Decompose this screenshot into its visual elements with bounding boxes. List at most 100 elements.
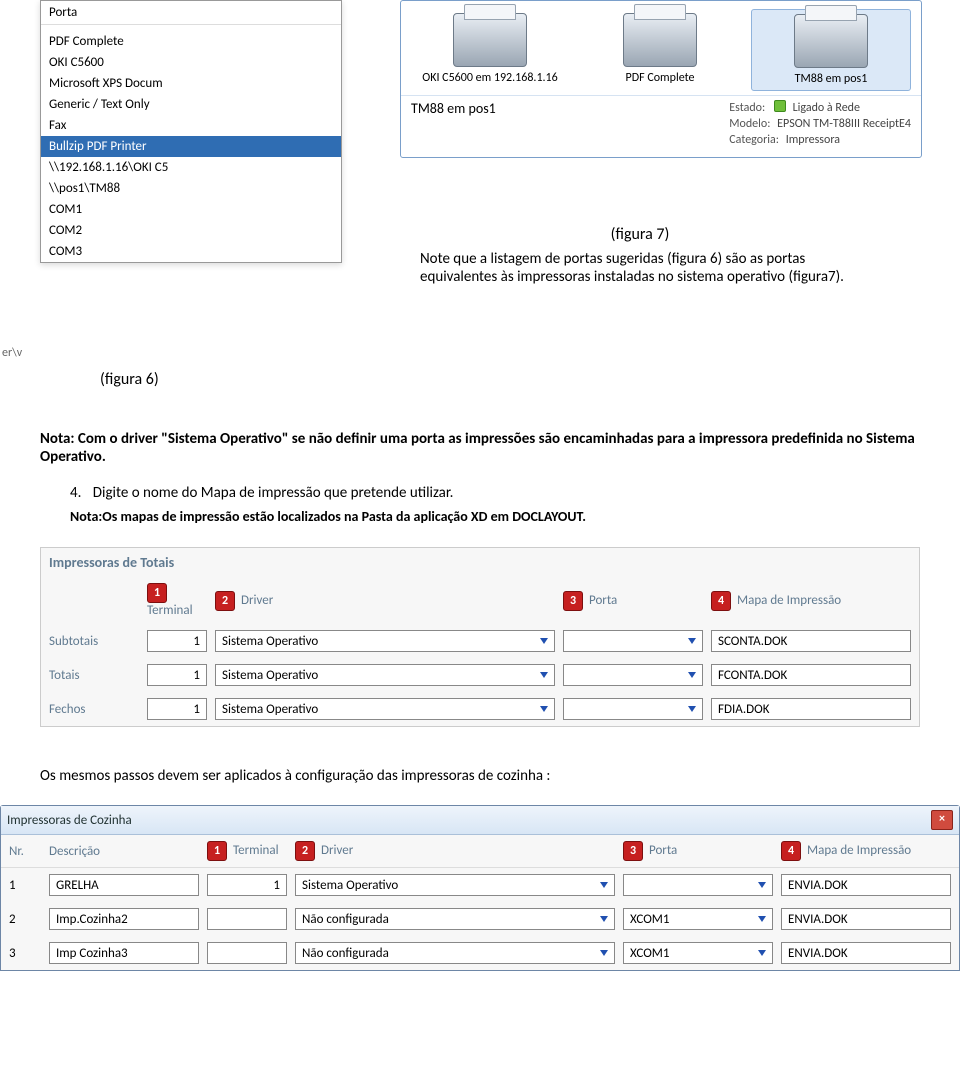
chevron-down-icon — [688, 638, 696, 644]
th-nr: Nr. — [9, 844, 41, 859]
mapa-input[interactable]: ENVIA.DOK — [781, 874, 951, 896]
driver-select[interactable]: Sistema Operativo — [295, 874, 615, 896]
terminal-input[interactable]: 1 — [147, 698, 207, 720]
badge-2: 2 — [295, 841, 315, 861]
th-mapa: Mapa de Impressão — [807, 843, 911, 858]
nota-driver: Nota: Com o driver "Sistema Operativo" s… — [40, 430, 920, 466]
badge-3: 3 — [623, 841, 643, 861]
terminal-input[interactable] — [207, 908, 287, 930]
row-label: Totais — [49, 668, 139, 683]
badge-1: 1 — [147, 583, 167, 603]
selected-printer-name: TM88 em pos1 — [411, 100, 729, 149]
ports-item[interactable]: \\pos1\TM88 — [41, 178, 341, 199]
terminal-input[interactable]: 1 — [147, 630, 207, 652]
chevron-down-icon — [540, 672, 548, 678]
ports-item[interactable]: Microsoft XPS Docum — [41, 73, 341, 94]
step4-subnote: Nota:Os mapas de impressão estão localiz… — [70, 508, 920, 525]
th-mapa: Mapa de Impressão — [737, 593, 841, 608]
ports-item[interactable]: COM2 — [41, 220, 341, 241]
ports-item[interactable]: PDF Complete — [41, 31, 341, 52]
printer-tile-selected[interactable]: TM88 em pos1 — [751, 9, 911, 91]
network-status-icon — [774, 100, 786, 112]
close-button[interactable]: × — [931, 810, 953, 830]
step4-number: 4. — [70, 484, 81, 502]
porta-select[interactable] — [623, 874, 773, 896]
ports-item[interactable]: Generic / Text Only — [41, 94, 341, 115]
desc-input[interactable]: Imp.Cozinha2 — [49, 908, 199, 930]
th-porta: Porta — [589, 593, 617, 608]
chevron-down-icon — [600, 950, 608, 956]
ports-item[interactable]: COM1 — [41, 199, 341, 220]
printer-name: PDF Complete — [583, 71, 737, 85]
mapa-input[interactable]: FCONTA.DOK — [711, 664, 911, 686]
chevron-down-icon — [600, 882, 608, 888]
desc-input[interactable]: Imp Cozinha3 — [49, 942, 199, 964]
printer-tile[interactable]: OKI C5600 em 192.168.1.16 — [411, 9, 569, 91]
cut-off-text: er\v — [2, 346, 22, 360]
chevron-down-icon — [688, 706, 696, 712]
totals-table: Impressoras de Totais 1Terminal 2Driver … — [40, 547, 920, 727]
badge-4: 4 — [711, 591, 731, 611]
chevron-down-icon — [540, 638, 548, 644]
chevron-down-icon — [758, 882, 766, 888]
mapa-input[interactable]: SCONTA.DOK — [711, 630, 911, 652]
modelo-value: EPSON TM-T88III ReceiptE4 — [777, 117, 911, 131]
printer-tile[interactable]: PDF Complete — [581, 9, 739, 91]
ports-item[interactable]: Fax — [41, 115, 341, 136]
driver-select[interactable]: Sistema Operativo — [215, 630, 555, 652]
row-label: Subtotais — [49, 634, 139, 649]
table-row: Fechos 1 Sistema Operativo FDIA.DOK — [41, 692, 919, 726]
paragraph-cozinha: Os mesmos passos devem ser aplicados à c… — [40, 767, 920, 785]
categoria-label: Categoria: — [729, 133, 779, 147]
estado-value: Ligado à Rede — [793, 101, 860, 115]
badge-1: 1 — [207, 841, 227, 861]
row-label: Fechos — [49, 702, 139, 717]
figure7-caption: (figura 7) — [420, 225, 860, 244]
mapa-input[interactable]: ENVIA.DOK — [781, 908, 951, 930]
chevron-down-icon — [758, 950, 766, 956]
th-terminal: Terminal — [147, 603, 193, 618]
cozinha-title: Impressoras de Cozinha — [7, 813, 132, 828]
printers-panel: OKI C5600 em 192.168.1.16 PDF Complete T… — [400, 0, 922, 158]
categoria-value: Impressora — [786, 133, 840, 147]
th-terminal: Terminal — [233, 843, 279, 858]
printer-icon — [794, 14, 868, 68]
terminal-input[interactable]: 1 — [147, 664, 207, 686]
chevron-down-icon — [540, 706, 548, 712]
porta-select[interactable] — [563, 664, 703, 686]
figure6-caption: (figura 6) — [100, 370, 159, 389]
porta-select[interactable] — [563, 630, 703, 652]
th-driver: Driver — [321, 843, 353, 858]
driver-select[interactable]: Não configurada — [295, 942, 615, 964]
paragraph-note7: Note que a listagem de portas sugeridas … — [420, 250, 860, 286]
terminal-input[interactable]: 1 — [207, 874, 287, 896]
modelo-label: Modelo: — [729, 117, 770, 131]
ports-dropdown[interactable]: Porta PDF Complete OKI C5600 Microsoft X… — [40, 0, 342, 263]
driver-select[interactable]: Não configurada — [295, 908, 615, 930]
ports-item[interactable]: \\192.168.1.16\OKI C5 — [41, 157, 341, 178]
porta-select[interactable] — [563, 698, 703, 720]
row-nr: 1 — [9, 878, 41, 893]
cozinha-window: Impressoras de Cozinha × Nr. Descrição 1… — [0, 805, 960, 971]
badge-4: 4 — [781, 841, 801, 861]
ports-item[interactable]: COM3 — [41, 241, 341, 262]
mapa-input[interactable]: ENVIA.DOK — [781, 942, 951, 964]
row-nr: 3 — [9, 946, 41, 961]
driver-select[interactable]: Sistema Operativo — [215, 698, 555, 720]
desc-input[interactable]: GRELHA — [49, 874, 199, 896]
terminal-input[interactable] — [207, 942, 287, 964]
chevron-down-icon — [688, 672, 696, 678]
table-row: 1 GRELHA 1 Sistema Operativo ENVIA.DOK — [1, 868, 959, 902]
mapa-input[interactable]: FDIA.DOK — [711, 698, 911, 720]
table-row: 2 Imp.Cozinha2 Não configurada XCOM1 ENV… — [1, 902, 959, 936]
porta-select[interactable]: XCOM1 — [623, 908, 773, 930]
ports-item[interactable]: OKI C5600 — [41, 52, 341, 73]
porta-select[interactable]: XCOM1 — [623, 942, 773, 964]
ports-item-selected[interactable]: Bullzip PDF Printer — [41, 136, 341, 157]
ports-header: Porta — [41, 1, 341, 25]
th-driver: Driver — [241, 593, 273, 608]
table-row: Totais 1 Sistema Operativo FCONTA.DOK — [41, 658, 919, 692]
chevron-down-icon — [758, 916, 766, 922]
driver-select[interactable]: Sistema Operativo — [215, 664, 555, 686]
table-row: 3 Imp Cozinha3 Não configurada XCOM1 ENV… — [1, 936, 959, 970]
